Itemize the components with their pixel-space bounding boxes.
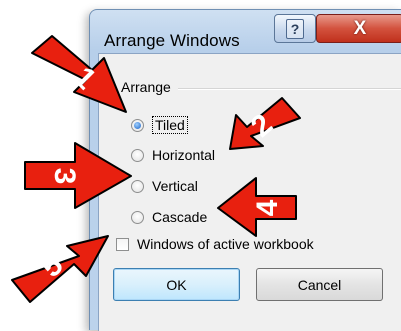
annotation-number-4: 4 xyxy=(251,199,284,216)
annotation-number-3: 3 xyxy=(48,168,81,185)
annotation-arrows: 1 2 3 4 5 xyxy=(11,35,301,303)
